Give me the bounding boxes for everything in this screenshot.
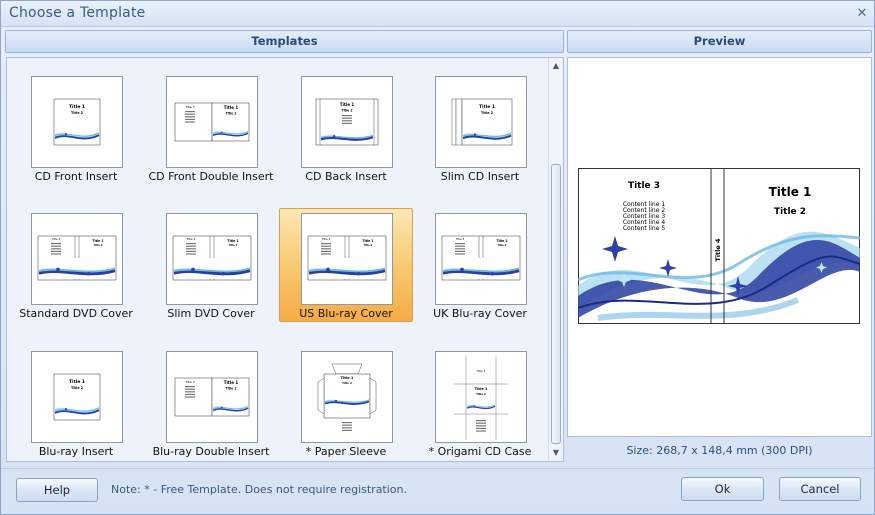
template-label: UK Blu-ray Cover — [433, 307, 527, 320]
svg-text:Title 1: Title 1 — [496, 239, 507, 243]
template-tile[interactable]: Title 3 Title 1 Title 2 CD Front Double I… — [144, 71, 278, 185]
template-label: Standard DVD Cover — [19, 307, 133, 320]
template-label: CD Back Insert — [305, 170, 387, 183]
svg-text:Title 3: Title 3 — [184, 380, 194, 384]
svg-text:Title 2: Title 2 — [498, 244, 507, 247]
svg-text:Title 1: Title 1 — [479, 104, 495, 110]
scroll-down-icon[interactable]: ▼ — [549, 446, 563, 460]
scroll-up-icon[interactable]: ▲ — [549, 59, 563, 73]
svg-text:Title 1: Title 1 — [224, 105, 239, 110]
template-label: Blu-ray Double Insert — [152, 445, 270, 458]
svg-text:Title 1: Title 1 — [224, 380, 239, 385]
title-bar: Choose a Template ✕ — [1, 1, 874, 27]
svg-text:Title 2: Title 2 — [71, 111, 84, 115]
template-label: * Paper Sleeve — [305, 445, 387, 458]
template-thumbnail: Title 1 Title 2 — [435, 76, 527, 168]
template-tile[interactable]: Title 3 Title 1 Title 2 * Origami CD Case — [413, 346, 547, 460]
template-label: CD Front Double Insert — [148, 170, 274, 183]
template-thumbnail: Title 3 Title 1 Title 2 — [166, 76, 258, 168]
template-label: * Origami CD Case — [428, 445, 532, 458]
preview-title-2: Title 2 — [774, 207, 806, 217]
svg-text:Title 2: Title 2 — [342, 381, 352, 385]
vertical-scrollbar[interactable]: ▲ ▼ — [548, 58, 563, 461]
preview-title-3: Title 3 — [628, 181, 660, 191]
svg-text:Title 3: Title 3 — [476, 369, 486, 373]
svg-text:Title 2: Title 2 — [94, 244, 103, 247]
svg-text:Title 3: Title 3 — [184, 105, 194, 109]
template-label: Blu-ray Insert — [38, 445, 114, 458]
preview-pane: Title 3 Content line 1 Content line 2 Co… — [567, 57, 872, 437]
template-thumbnail: Title 1 Title 2 — [31, 76, 123, 168]
template-thumbnail: Title 1 Title 2 — [31, 351, 123, 443]
svg-text:Title 2: Title 2 — [342, 108, 353, 112]
svg-text:Title 3: Title 3 — [455, 237, 465, 241]
preview-title-4: Title 4 — [714, 238, 722, 262]
template-tile[interactable]: Title 1 Title 2 CD Front Insert — [9, 71, 143, 185]
svg-text:Title 1: Title 1 — [227, 239, 238, 243]
window-title: Choose a Template — [9, 5, 146, 21]
template-grid: Title 1 Title 2 CD Front Insert Title 3 Ti… — [7, 58, 549, 461]
help-button[interactable]: Help — [16, 478, 98, 502]
svg-text:Title 2: Title 2 — [364, 244, 373, 247]
template-thumbnail: Title 3 Title 1 Title 2 — [31, 213, 123, 305]
template-thumbnail: Title 3 Title 1 Title 2 — [166, 213, 258, 305]
template-label: CD Front Insert — [34, 170, 118, 183]
templates-list[interactable]: Title 1 Title 2 CD Front Insert Title 3 Ti… — [6, 57, 564, 462]
template-tile[interactable]: Title 1 Title 2 Blu-ray Insert — [9, 346, 143, 460]
svg-text:Title 3: Title 3 — [186, 237, 196, 241]
template-thumbnail: Title 1 Title 2 — [301, 351, 393, 443]
svg-text:Title 1: Title 1 — [340, 102, 355, 107]
svg-text:Title 3: Title 3 — [51, 237, 61, 241]
template-thumbnail: Title 3 Title 1 Title 2 — [166, 351, 258, 443]
preview-cover-image: Title 3 Content line 1 Content line 2 Co… — [578, 168, 860, 324]
template-tile[interactable]: Title 1 Title 2 Slim CD Insert — [413, 71, 547, 185]
template-tile[interactable]: Title 1 Title 2 CD Back Insert — [279, 71, 413, 185]
template-tile[interactable]: Title 3 Title 1 Title 2 Blu-ray Double In… — [144, 346, 278, 460]
scrollbar-thumb[interactable] — [551, 164, 561, 444]
footer-divider — [1, 468, 874, 469]
svg-text:Title 1: Title 1 — [475, 387, 488, 391]
template-label: Slim DVD Cover — [167, 307, 255, 320]
preview-content-line: Content line 5 — [623, 225, 666, 232]
close-icon[interactable]: ✕ — [854, 6, 870, 22]
template-label: US Blu-ray Cover — [299, 307, 393, 320]
svg-text:Title 1: Title 1 — [92, 239, 103, 243]
template-thumbnail: Title 3 Title 1 Title 2 — [301, 213, 393, 305]
svg-text:Title 2: Title 2 — [481, 111, 494, 115]
svg-text:Title 2: Title 2 — [229, 244, 238, 247]
preview-header: Preview — [567, 30, 872, 53]
ok-button[interactable]: Ok — [681, 477, 764, 501]
template-tile[interactable]: Title 1 Title 2 * Paper Sleeve — [279, 346, 413, 460]
svg-text:Title 1: Title 1 — [341, 376, 354, 380]
template-tile[interactable]: Title 3 Title 1 Title 2 US Blu-ray Cover — [279, 208, 413, 322]
svg-text:Title 1: Title 1 — [69, 379, 85, 385]
preview-size-text: Size: 268,7 x 148,4 mm (300 DPI) — [626, 444, 813, 457]
svg-text:Title 3: Title 3 — [321, 237, 331, 241]
svg-text:Title 2: Title 2 — [71, 386, 84, 390]
svg-text:Title 2: Title 2 — [476, 392, 486, 396]
template-thumbnail: Title 3 Title 1 Title 2 — [435, 213, 527, 305]
svg-text:Title 2: Title 2 — [226, 111, 237, 115]
template-tile[interactable]: Title 3 Title 1 Title 2 UK Blu-ray Cover — [413, 208, 547, 322]
preview-title-1: Title 1 — [769, 185, 812, 199]
template-tile[interactable]: Title 3 Title 1 Title 2 Standard DVD Cove… — [9, 208, 143, 322]
free-template-note: Note: * - Free Template. Does not requir… — [111, 483, 408, 496]
template-thumbnail: Title 3 Title 1 Title 2 — [435, 351, 527, 443]
cancel-button[interactable]: Cancel — [779, 477, 861, 501]
svg-text:Title 1: Title 1 — [362, 239, 373, 243]
template-tile[interactable]: Title 3 Title 1 Title 2 Slim DVD Cover — [144, 208, 278, 322]
svg-text:Title 1: Title 1 — [69, 104, 85, 110]
choose-template-dialog: Choose a Template ✕ Templates Preview Ti… — [0, 0, 875, 515]
template-thumbnail: Title 1 Title 2 — [301, 76, 393, 168]
template-label: Slim CD Insert — [440, 170, 520, 183]
templates-header: Templates — [5, 30, 564, 53]
svg-text:Title 2: Title 2 — [226, 386, 237, 390]
